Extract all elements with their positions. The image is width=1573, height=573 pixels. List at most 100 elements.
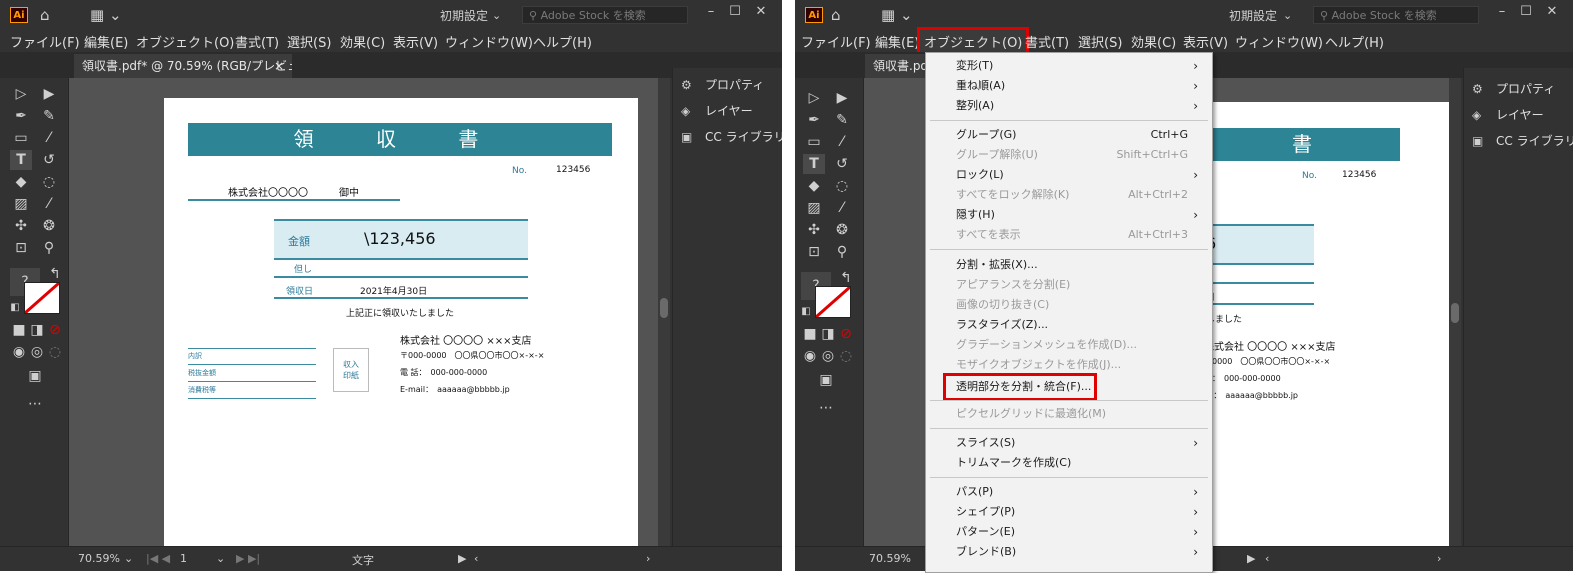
workspace-selector[interactable]: 初期設定 bbox=[1229, 7, 1277, 24]
default-colors-icon[interactable]: ◧ bbox=[4, 298, 26, 318]
rectangle-tool-icon[interactable]: ▭ bbox=[803, 132, 825, 152]
menu-item-lock[interactable]: ロック(L) › bbox=[926, 165, 1212, 185]
screen-mode-icon[interactable]: ▣ bbox=[24, 366, 46, 386]
artboard-tool-icon[interactable]: ⊡ bbox=[10, 238, 32, 258]
swap-colors-icon[interactable]: ↰ bbox=[44, 264, 66, 284]
chevron-down-icon[interactable]: ⌄ bbox=[1283, 9, 1292, 22]
home-icon[interactable]: ⌂ bbox=[831, 6, 841, 24]
menu-view[interactable]: 表示(V) bbox=[393, 32, 438, 51]
pen-tool-icon[interactable]: ✒ bbox=[803, 110, 825, 130]
pen-tool-icon[interactable]: ✒ bbox=[10, 106, 32, 126]
eyedropper-tool-icon[interactable]: ⁄ bbox=[38, 194, 60, 214]
zoom-level[interactable]: 70.59% bbox=[869, 552, 911, 565]
gradient-tool-icon[interactable]: ▨ bbox=[803, 198, 825, 218]
artboard-dropdown-icon[interactable]: ⌄ bbox=[216, 552, 225, 565]
artboard-receipt[interactable]: 領 収 書 No. 123456 株式会社〇〇〇〇 御中 金額 \123,456… bbox=[164, 98, 638, 546]
artboard-receipt[interactable]: 書 No. 123456 6 日 しました 株式会社 〇〇〇〇 ×××支店 0-… bbox=[1204, 102, 1449, 547]
zoom-level[interactable]: 70.59% bbox=[78, 552, 120, 565]
menu-view[interactable]: 表示(V) bbox=[1183, 32, 1228, 51]
canvas[interactable]: 領 収 書 No. 123456 株式会社〇〇〇〇 御中 金額 \123,456… bbox=[69, 78, 658, 547]
screen-mode-icon[interactable]: ▣ bbox=[815, 370, 837, 390]
scroll-left-icon[interactable]: ‹ bbox=[474, 552, 478, 565]
stock-search-input[interactable]: ⚲ Adobe Stock を検索 bbox=[1313, 6, 1479, 24]
menu-window[interactable]: ウィンドウ(W) bbox=[1235, 32, 1323, 51]
menu-object[interactable]: オブジェクト(O) bbox=[136, 32, 234, 51]
menu-item-flatten-transparency[interactable]: 透明部分を分割・統合(F)... bbox=[926, 373, 1212, 401]
libraries-panel-tab[interactable]: ▣ CC ライブラリ bbox=[1472, 130, 1573, 152]
no-fill-icon[interactable]: ⊘ bbox=[44, 320, 66, 340]
workspace-selector[interactable]: 初期設定 bbox=[440, 7, 488, 24]
minimize-button[interactable]: – bbox=[700, 4, 722, 19]
draw-inside-icon[interactable]: ◌ bbox=[44, 342, 66, 362]
eraser-tool-icon[interactable]: ◆ bbox=[803, 176, 825, 196]
menu-item-slice[interactable]: スライス(S) › bbox=[926, 433, 1212, 453]
workspace-switcher-icon[interactable]: ▦ ⌄ bbox=[90, 6, 122, 24]
artboard-number[interactable]: 1 bbox=[180, 552, 187, 565]
menu-effect[interactable]: 効果(C) bbox=[340, 32, 385, 51]
menu-item-expand-appearance[interactable]: アピアランスを分割(E) bbox=[926, 275, 1212, 295]
menu-item-pixel-perfect[interactable]: ピクセルグリッドに最適化(M) bbox=[926, 404, 1212, 424]
menu-item-gradient-mesh[interactable]: グラデーションメッシュを作成(D)... bbox=[926, 335, 1212, 355]
menu-effect[interactable]: 効果(C) bbox=[1131, 32, 1176, 51]
menu-item-rasterize[interactable]: ラスタライズ(Z)... bbox=[926, 315, 1212, 335]
properties-panel-tab[interactable]: ⚙ プロパティ bbox=[681, 74, 764, 96]
close-button[interactable]: ✕ bbox=[1541, 4, 1563, 19]
rotate-tool-icon[interactable]: ↺ bbox=[38, 150, 60, 170]
scroll-right-icon[interactable]: › bbox=[646, 552, 650, 565]
menu-file[interactable]: ファイル(F) bbox=[10, 32, 80, 51]
eyedropper-tool-icon[interactable]: ⁄ bbox=[831, 198, 853, 218]
menu-item-pattern[interactable]: パターン(E) › bbox=[926, 522, 1212, 542]
scrollbar-thumb[interactable] bbox=[1451, 303, 1459, 323]
menu-help[interactable]: ヘルプ(H) bbox=[533, 32, 592, 51]
document-tab[interactable]: 領収書.pdf bbox=[865, 54, 925, 78]
menu-item-shape[interactable]: シェイプ(P) › bbox=[926, 502, 1212, 522]
default-colors-icon[interactable]: ◧ bbox=[795, 302, 817, 322]
puppet-warp-tool-icon[interactable]: ✣ bbox=[10, 216, 32, 236]
menu-select[interactable]: 選択(S) bbox=[1078, 32, 1122, 51]
curvature-tool-icon[interactable]: ✎ bbox=[831, 110, 853, 130]
lasso-tool-icon[interactable]: ◌ bbox=[831, 176, 853, 196]
menu-edit[interactable]: 編集(E) bbox=[875, 32, 919, 51]
workspace-switcher-icon[interactable]: ▦ ⌄ bbox=[881, 6, 913, 24]
vertical-scrollbar[interactable] bbox=[1449, 78, 1461, 547]
menu-type[interactable]: 書式(T) bbox=[1025, 32, 1069, 51]
menu-item-trim-marks[interactable]: トリムマークを作成(C) bbox=[926, 453, 1212, 473]
gradient-tool-icon[interactable]: ▨ bbox=[10, 194, 32, 214]
menu-item-crop-image[interactable]: 画像の切り抜き(C) bbox=[926, 295, 1212, 315]
menu-item-unlock-all[interactable]: すべてをロック解除(K) Alt+Ctrl+2 bbox=[926, 185, 1212, 205]
status-menu-icon[interactable]: ▶ bbox=[1247, 552, 1255, 565]
menu-file[interactable]: ファイル(F) bbox=[801, 32, 871, 51]
maximize-button[interactable]: ☐ bbox=[724, 4, 746, 19]
scroll-left-icon[interactable]: ‹ bbox=[1265, 552, 1269, 565]
type-tool-icon[interactable]: T bbox=[10, 150, 32, 170]
eraser-tool-icon[interactable]: ◆ bbox=[10, 172, 32, 192]
menu-item-show-all[interactable]: すべてを表示 Alt+Ctrl+3 bbox=[926, 225, 1212, 245]
artboard-nav-last-icon[interactable]: ▶ ▶| bbox=[236, 552, 260, 565]
puppet-warp-tool-icon[interactable]: ✣ bbox=[803, 220, 825, 240]
type-tool-icon[interactable]: T bbox=[803, 154, 825, 174]
menu-item-hide[interactable]: 隠す(H) › bbox=[926, 205, 1212, 225]
close-tab-icon[interactable]: × bbox=[274, 54, 284, 78]
lasso-tool-icon[interactable]: ◌ bbox=[38, 172, 60, 192]
menu-item-path[interactable]: パス(P) › bbox=[926, 482, 1212, 502]
scrollbar-thumb[interactable] bbox=[660, 298, 668, 318]
menu-item-arrange[interactable]: 重ね順(A) › bbox=[926, 76, 1212, 96]
more-tools-icon[interactable]: ⋯ bbox=[815, 398, 837, 418]
menu-item-expand[interactable]: 分割・拡張(X)... bbox=[926, 255, 1212, 275]
artboard-tool-icon[interactable]: ⊡ bbox=[803, 242, 825, 262]
menu-help[interactable]: ヘルプ(H) bbox=[1325, 32, 1384, 51]
rectangle-tool-icon[interactable]: ▭ bbox=[10, 128, 32, 148]
menu-type[interactable]: 書式(T) bbox=[235, 32, 279, 51]
maximize-button[interactable]: ☐ bbox=[1515, 4, 1537, 19]
properties-panel-tab[interactable]: ⚙ プロパティ bbox=[1472, 78, 1555, 100]
no-fill-icon[interactable]: ⊘ bbox=[835, 324, 857, 344]
menu-edit[interactable]: 編集(E) bbox=[84, 32, 128, 51]
menu-window[interactable]: ウィンドウ(W) bbox=[445, 32, 533, 51]
status-menu-icon[interactable]: ▶ bbox=[458, 552, 466, 565]
zoom-dropdown-icon[interactable]: ⌄ bbox=[124, 552, 133, 565]
minimize-button[interactable]: – bbox=[1491, 4, 1513, 19]
close-button[interactable]: ✕ bbox=[750, 4, 772, 19]
layers-panel-tab[interactable]: ◈ レイヤー bbox=[681, 100, 753, 122]
menu-select[interactable]: 選択(S) bbox=[287, 32, 331, 51]
direct-selection-tool-icon[interactable]: ▶ bbox=[38, 84, 60, 104]
